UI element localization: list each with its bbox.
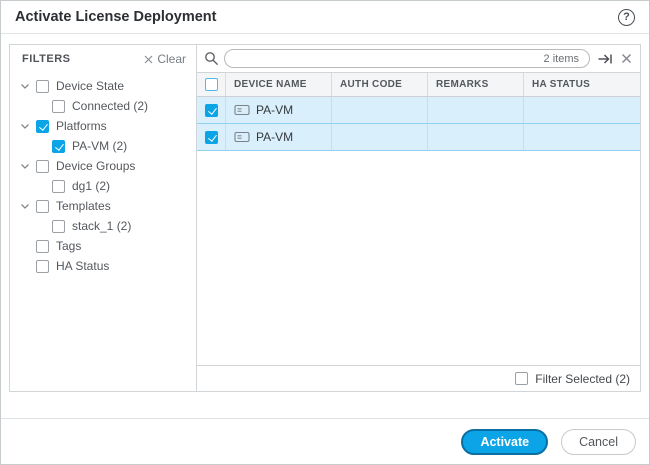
dialog-footer: Activate Cancel bbox=[1, 418, 649, 464]
filter-group-platforms[interactable]: Platforms bbox=[10, 116, 196, 136]
ha-status-cell bbox=[524, 97, 640, 123]
filter-label: Device State bbox=[56, 79, 124, 93]
activate-button[interactable]: Activate bbox=[461, 429, 548, 455]
filter-group-device-groups[interactable]: Device Groups bbox=[10, 156, 196, 176]
auth-code-cell bbox=[332, 97, 428, 123]
cancel-button[interactable]: Cancel bbox=[561, 429, 636, 455]
items-count-badge: 2 items bbox=[544, 53, 579, 65]
chevron-down-icon[interactable] bbox=[20, 123, 36, 130]
device-name: PA-VM bbox=[256, 130, 293, 144]
table-empty-space bbox=[197, 151, 640, 365]
select-all-cell bbox=[197, 73, 226, 96]
row-checkbox-cell bbox=[197, 124, 226, 150]
filter-selected-checkbox[interactable] bbox=[515, 372, 528, 385]
dialog-header: Activate License Deployment ? bbox=[1, 1, 649, 34]
table-header: DEVICE NAME AUTH CODE REMARKS HA STATUS bbox=[197, 72, 640, 97]
filter-group-ha-status[interactable]: HA Status bbox=[10, 256, 196, 276]
filter-group-tags[interactable]: Tags bbox=[10, 236, 196, 256]
filter-group-templates[interactable]: Templates bbox=[10, 196, 196, 216]
table-footer: Filter Selected (2) bbox=[197, 365, 640, 391]
filters-tree: Device State Connected (2) Platforms PA-… bbox=[10, 73, 196, 276]
connected-checkbox[interactable] bbox=[52, 100, 65, 113]
filter-label: Connected (2) bbox=[72, 99, 148, 113]
filter-item-pa-vm[interactable]: PA-VM (2) bbox=[10, 136, 196, 156]
remarks-cell bbox=[428, 124, 524, 150]
device-state-checkbox[interactable] bbox=[36, 80, 49, 93]
search-icon bbox=[204, 51, 219, 66]
device-name: PA-VM bbox=[256, 103, 293, 117]
search-row: 2 items bbox=[197, 45, 640, 72]
device-name-cell: PA-VM bbox=[226, 124, 332, 150]
filter-group-device-state[interactable]: Device State bbox=[10, 76, 196, 96]
device-icon bbox=[234, 104, 250, 116]
search-input[interactable]: 2 items bbox=[224, 49, 590, 68]
column-header-device-name[interactable]: DEVICE NAME bbox=[226, 73, 332, 96]
filter-label: Tags bbox=[56, 239, 81, 253]
column-header-auth-code[interactable]: AUTH CODE bbox=[332, 73, 428, 96]
tags-checkbox[interactable] bbox=[36, 240, 49, 253]
filter-label: Device Groups bbox=[56, 159, 135, 173]
column-header-remarks[interactable]: REMARKS bbox=[428, 73, 524, 96]
row-checkbox-cell bbox=[197, 97, 226, 123]
filter-label: HA Status bbox=[56, 259, 109, 273]
table-row[interactable]: PA-VM bbox=[197, 97, 640, 124]
chevron-down-icon[interactable] bbox=[20, 163, 36, 170]
filter-label: Templates bbox=[56, 199, 111, 213]
help-icon[interactable]: ? bbox=[618, 9, 635, 26]
dialog-title: Activate License Deployment bbox=[15, 9, 216, 25]
clear-label: Clear bbox=[157, 52, 186, 66]
dg1-checkbox[interactable] bbox=[52, 180, 65, 193]
ha-status-cell bbox=[524, 124, 640, 150]
device-groups-checkbox[interactable] bbox=[36, 160, 49, 173]
filters-header: FILTERS Clear bbox=[10, 45, 196, 73]
filter-item-dg1[interactable]: dg1 (2) bbox=[10, 176, 196, 196]
templates-checkbox[interactable] bbox=[36, 200, 49, 213]
row-checkbox[interactable] bbox=[205, 104, 218, 117]
filters-title: FILTERS bbox=[22, 53, 71, 65]
remarks-cell bbox=[428, 97, 524, 123]
device-name-cell: PA-VM bbox=[226, 97, 332, 123]
filter-label: PA-VM (2) bbox=[72, 139, 127, 153]
platforms-checkbox[interactable] bbox=[36, 120, 49, 133]
device-icon bbox=[234, 131, 250, 143]
row-checkbox[interactable] bbox=[205, 131, 218, 144]
filter-label: dg1 (2) bbox=[72, 179, 110, 193]
filter-item-connected[interactable]: Connected (2) bbox=[10, 96, 196, 116]
chevron-down-icon[interactable] bbox=[20, 203, 36, 210]
filter-selected-label: Filter Selected (2) bbox=[535, 372, 630, 386]
chevron-down-icon[interactable] bbox=[20, 83, 36, 90]
select-all-checkbox[interactable] bbox=[205, 78, 218, 91]
filters-panel: FILTERS Clear Device State Connected (2) bbox=[10, 45, 197, 391]
apply-filter-button[interactable] bbox=[598, 53, 613, 65]
ha-status-checkbox[interactable] bbox=[36, 260, 49, 273]
clear-filters-button[interactable]: Clear bbox=[144, 52, 186, 66]
clear-search-button[interactable] bbox=[621, 53, 632, 64]
pa-vm-checkbox[interactable] bbox=[52, 140, 65, 153]
dialog-content: FILTERS Clear Device State Connected (2) bbox=[9, 44, 641, 392]
filter-item-stack-1[interactable]: stack_1 (2) bbox=[10, 216, 196, 236]
auth-code-cell bbox=[332, 124, 428, 150]
device-table-area: 2 items DEVICE NAME AUT bbox=[197, 45, 640, 391]
column-header-ha-status[interactable]: HA STATUS bbox=[524, 73, 640, 96]
arrow-right-icon bbox=[598, 53, 613, 65]
stack-1-checkbox[interactable] bbox=[52, 220, 65, 233]
activate-license-deployment-dialog: Activate License Deployment ? FILTERS Cl… bbox=[0, 0, 650, 465]
close-icon bbox=[621, 53, 632, 64]
footer-gap bbox=[1, 392, 649, 418]
filter-label: Platforms bbox=[56, 119, 107, 133]
clear-x-icon bbox=[144, 55, 153, 64]
filter-label: stack_1 (2) bbox=[72, 219, 131, 233]
table-row[interactable]: PA-VM bbox=[197, 124, 640, 151]
